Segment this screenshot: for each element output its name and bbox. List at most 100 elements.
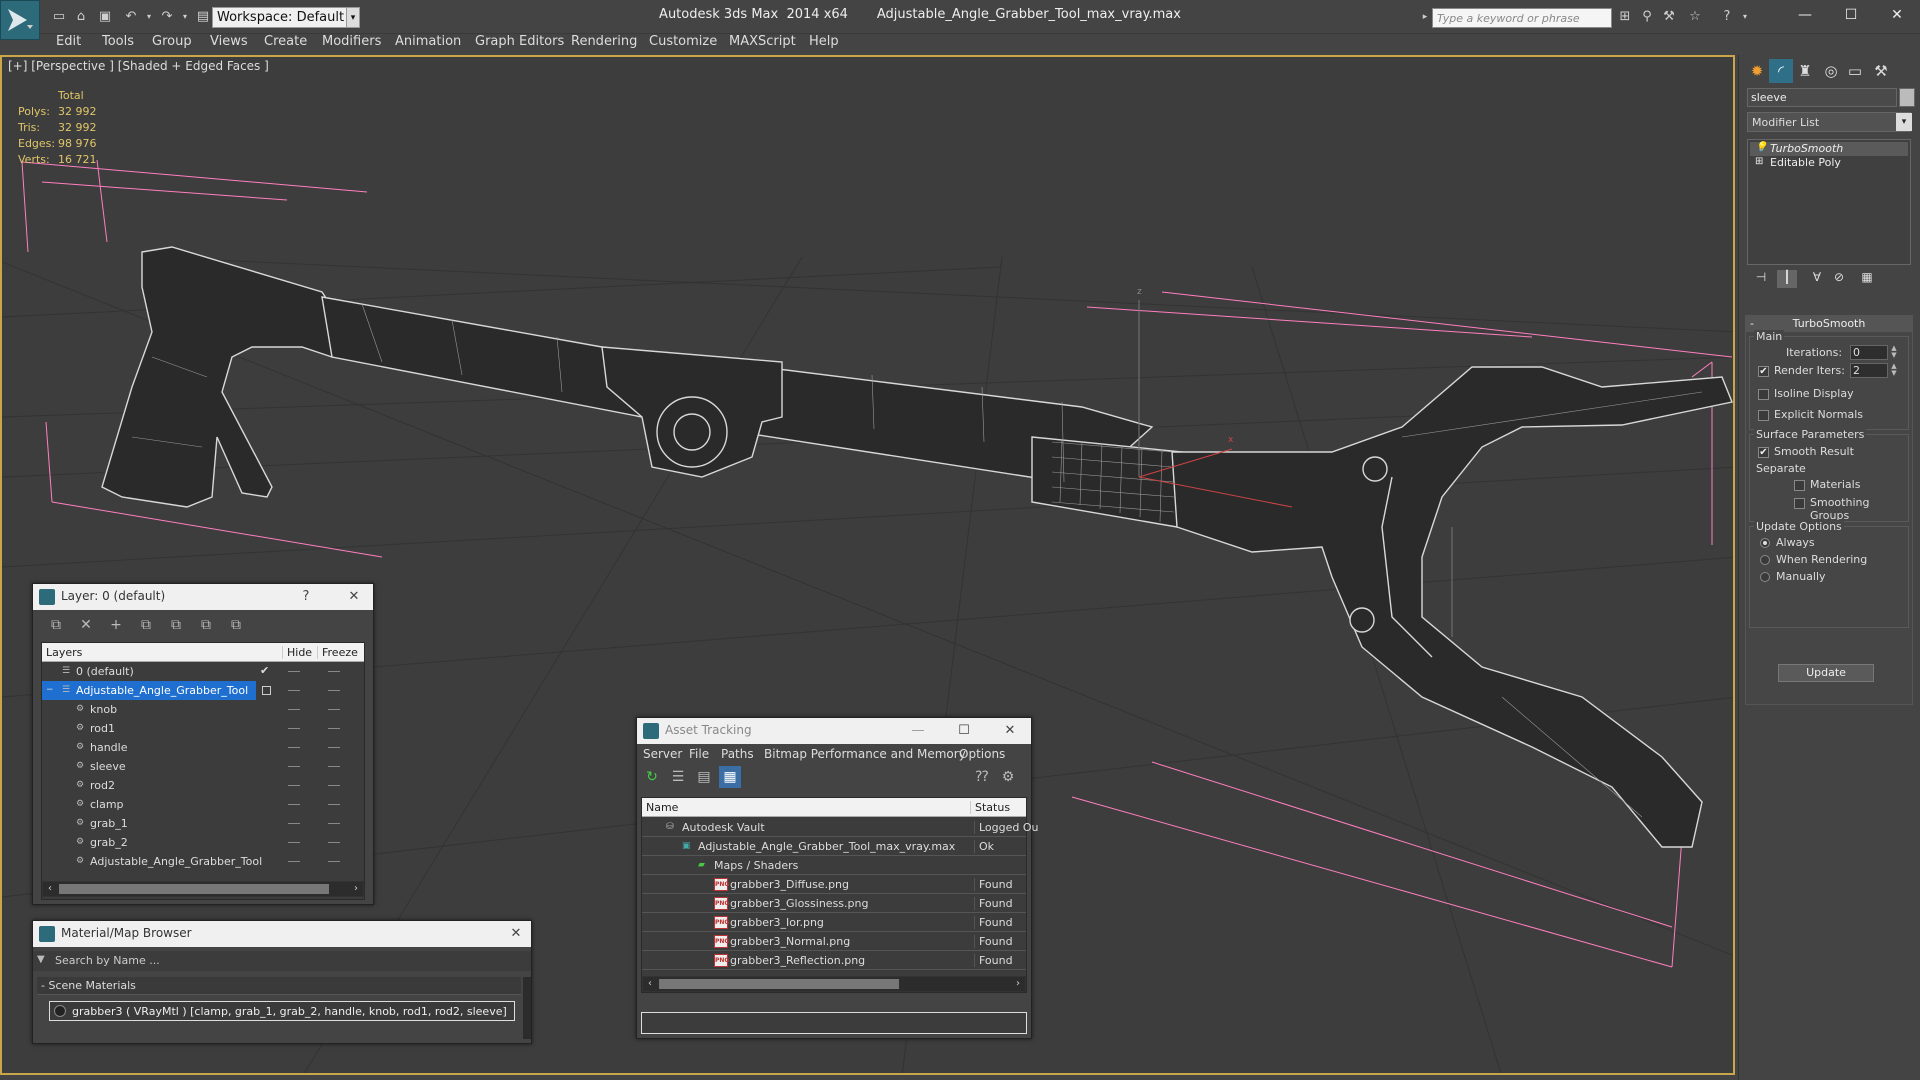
layer-row[interactable]: ⚙ rod2 xyxy=(42,776,364,795)
spinner-arrows-icon[interactable]: ▲ ▼ xyxy=(1889,345,1899,360)
project-folder-icon[interactable]: ▤ xyxy=(194,9,212,25)
column-status[interactable]: Status xyxy=(970,801,1010,814)
menu-maxscript[interactable]: MAXScript xyxy=(729,34,796,49)
explicit-normals-checkbox[interactable] xyxy=(1758,410,1769,421)
list-view-icon[interactable]: ☰ xyxy=(667,766,689,788)
save-file-icon[interactable]: ▣ xyxy=(96,9,114,25)
expand-plus-icon[interactable]: ⊞ xyxy=(1755,156,1763,167)
layer-row[interactable]: ⚙ knob xyxy=(42,700,364,719)
layer-row[interactable]: ⚙ grab_2 xyxy=(42,833,364,852)
close-icon[interactable]: ✕ xyxy=(1001,722,1019,740)
close-window-button[interactable]: ✕ xyxy=(1874,2,1920,28)
display-tab-icon[interactable]: ▭ xyxy=(1843,59,1867,83)
utilities-tab-icon[interactable]: ⚒ xyxy=(1869,59,1893,83)
menu-options[interactable]: Options xyxy=(959,747,1005,761)
menu-file[interactable]: File xyxy=(689,747,709,761)
column-layers[interactable]: Layers xyxy=(46,646,82,659)
vault-settings-icon[interactable]: ⚙ xyxy=(997,766,1019,788)
scroll-right-icon[interactable]: › xyxy=(1011,977,1025,991)
layer-row[interactable]: ⚙ rod1 xyxy=(42,719,364,738)
motion-tab-icon[interactable]: ◎ xyxy=(1819,59,1843,83)
active-layer-check-icon[interactable]: ✔ xyxy=(260,664,269,677)
workspace-select[interactable]: Workspace: Default▾ xyxy=(212,7,360,28)
undo-dropdown-icon[interactable]: ▾ xyxy=(140,9,158,25)
close-icon[interactable]: ✕ xyxy=(345,588,363,606)
minimize-button[interactable]: — xyxy=(909,722,927,740)
help-icon[interactable]: ? xyxy=(1718,9,1736,25)
maximize-button[interactable]: ☐ xyxy=(1828,2,1874,28)
scroll-left-icon[interactable]: ‹ xyxy=(43,882,57,896)
layer-row[interactable]: ⚙ handle xyxy=(42,738,364,757)
stack-item-turbosmooth[interactable]: 💡 TurboSmooth xyxy=(1750,142,1908,156)
material-search-input[interactable]: Search by Name ... xyxy=(55,954,160,967)
hierarchy-tab-icon[interactable]: ♜ xyxy=(1793,59,1817,83)
isoline-display-checkbox[interactable] xyxy=(1758,389,1769,400)
iterations-spinner[interactable]: 0 xyxy=(1850,345,1888,360)
viewport-label[interactable]: [+] [Perspective ] [Shaded + Edged Faces… xyxy=(8,59,269,73)
redo-icon[interactable]: ↷ xyxy=(158,9,176,25)
select-objects-icon[interactable]: ⧉ xyxy=(135,614,157,636)
asset-row[interactable]: ▰ Maps / Shaders xyxy=(642,856,1026,875)
asset-row[interactable]: ▣ Adjustable_Angle_Grabber_Tool_max_vray.… xyxy=(642,837,1026,856)
search-options-icon[interactable]: ▼ xyxy=(37,954,45,965)
smoothing-groups-checkbox[interactable] xyxy=(1794,498,1805,509)
binoculars-icon[interactable]: ⊞ xyxy=(1616,9,1634,25)
create-tab-icon[interactable]: ✹ xyxy=(1745,59,1769,83)
show-end-result-icon[interactable]: ┃ xyxy=(1777,270,1797,288)
render-iters-checkbox[interactable]: ✔ xyxy=(1758,366,1769,377)
menu-create[interactable]: Create xyxy=(264,34,307,49)
object-name-field[interactable]: sleeve xyxy=(1747,88,1897,107)
create-layer-icon[interactable]: ⧉ xyxy=(45,614,67,636)
smooth-result-checkbox[interactable]: ✔ xyxy=(1758,447,1769,458)
table-view-icon[interactable]: ▤ xyxy=(693,766,715,788)
stack-item-editable-poly[interactable]: ⊞ Editable Poly xyxy=(1750,156,1908,170)
remove-modifier-icon[interactable]: ⊘ xyxy=(1829,270,1849,288)
search-input[interactable]: Type a keyword or phrase xyxy=(1432,8,1612,28)
dialog-title-bar[interactable]: Layer: 0 (default) xyxy=(33,584,373,610)
lightbulb-icon[interactable]: 💡 xyxy=(1755,142,1767,153)
menu-views[interactable]: Views xyxy=(210,34,248,49)
asset-row[interactable]: PNG grabber3_Glossiness.png Found xyxy=(642,894,1026,913)
workspace-dropdown-button[interactable]: ▾ xyxy=(346,7,360,28)
menu-rendering[interactable]: Rendering xyxy=(571,34,637,49)
help-dropdown-icon[interactable]: ▾ xyxy=(1736,9,1754,25)
always-radio[interactable] xyxy=(1760,538,1770,548)
exchange-icon[interactable]: ⚒ xyxy=(1660,9,1678,25)
layer-row[interactable]: ⚙ clamp xyxy=(42,795,364,814)
grid-view-icon[interactable]: ▦ xyxy=(719,766,741,788)
layer-row[interactable]: ☰ 0 (default) ✔ xyxy=(42,662,364,681)
asset-row[interactable]: ⛁ Autodesk Vault Logged Ou xyxy=(642,818,1039,837)
materials-checkbox[interactable] xyxy=(1794,480,1805,491)
freeze-all-layers-icon[interactable]: ⧉ xyxy=(225,614,247,636)
new-file-icon[interactable]: ▭ xyxy=(50,9,68,25)
menu-graph-editors[interactable]: Graph Editors xyxy=(475,34,564,49)
horizontal-scrollbar[interactable]: ‹ › xyxy=(42,881,364,897)
pin-stack-icon[interactable]: ⊣ xyxy=(1751,270,1771,288)
favorites-star-icon[interactable]: ☆ xyxy=(1686,9,1704,25)
modify-tab-icon[interactable]: ◜ xyxy=(1769,59,1793,83)
asset-row[interactable]: PNG grabber3_Ior.png Found xyxy=(642,913,1026,932)
layer-row[interactable]: ⚙ grab_1 xyxy=(42,814,364,833)
close-icon[interactable]: ✕ xyxy=(507,925,525,943)
redo-dropdown-icon[interactable]: ▾ xyxy=(176,9,194,25)
asset-row[interactable]: PNG grabber3_Diffuse.png Found xyxy=(642,875,1026,894)
asset-row[interactable]: PNG grabber3_Normal.png Found xyxy=(642,932,1026,951)
set-active-box[interactable] xyxy=(262,686,271,695)
column-hide[interactable]: Hide xyxy=(282,646,312,659)
minimize-button[interactable]: — xyxy=(1782,2,1828,28)
menu-edit[interactable]: Edit xyxy=(56,34,81,49)
app-menu-button[interactable] xyxy=(0,0,40,40)
menu-bitmap-performance[interactable]: Bitmap Performance and Memory xyxy=(764,747,966,761)
menu-server[interactable]: Server xyxy=(643,747,682,761)
spinner-arrows-icon[interactable]: ▲ ▼ xyxy=(1889,363,1899,378)
collapse-icon[interactable]: − xyxy=(46,685,56,695)
hide-all-layers-icon[interactable]: ⧉ xyxy=(195,614,217,636)
maximize-button[interactable]: ☐ xyxy=(955,722,973,740)
when-rendering-radio[interactable] xyxy=(1760,555,1770,565)
communication-center-icon[interactable]: ⚲ xyxy=(1638,9,1656,25)
layer-row[interactable]: ⚙ Adjustable_Angle_Grabber_Tool xyxy=(42,852,364,871)
material-item[interactable]: grabber3 ( VRayMtl ) [clamp, grab_1, gra… xyxy=(49,1001,515,1021)
delete-layer-icon[interactable]: ✕ xyxy=(75,614,97,636)
help-button[interactable]: ? xyxy=(297,588,315,606)
menu-animation[interactable]: Animation xyxy=(395,34,461,49)
